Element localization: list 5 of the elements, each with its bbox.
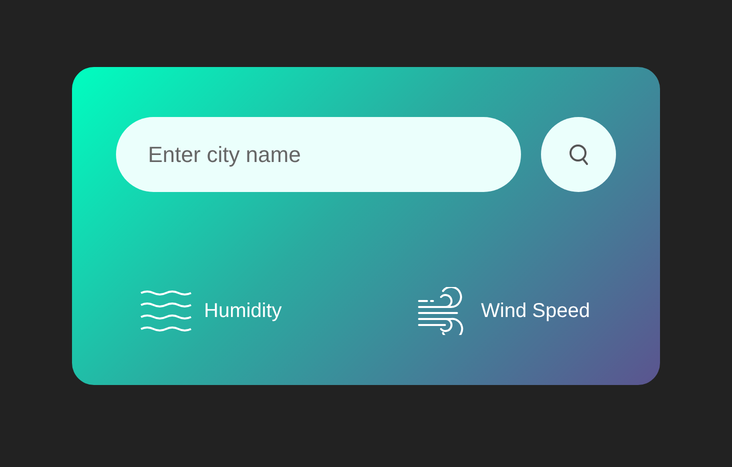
city-input-field[interactable]: Enter city name: [116, 117, 521, 192]
search-icon: [568, 144, 588, 166]
detail-label: Humidity: [204, 300, 282, 322]
waves-icon: [140, 290, 192, 332]
detail-label: Wind Speed: [481, 300, 590, 322]
